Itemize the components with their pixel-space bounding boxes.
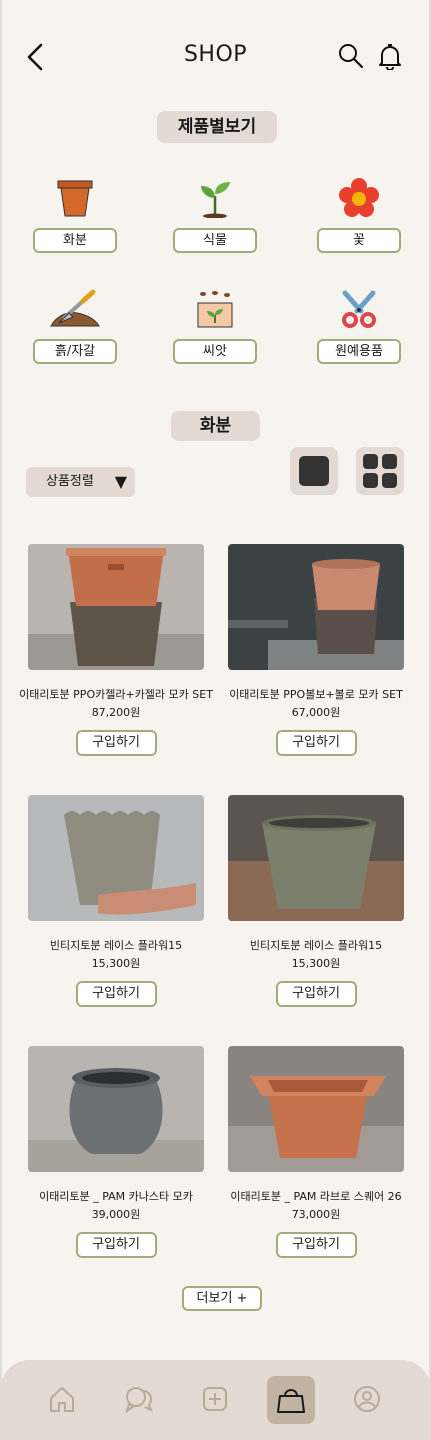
category-item-plant[interactable]: 식물 (173, 176, 257, 253)
section-title: 화분 (171, 411, 260, 441)
product-card[interactable]: 이태리토분 PPO볼보+볼로 모카 SET 67,000원 구입하기 (216, 544, 416, 756)
product-price: 15,300원 (291, 957, 341, 970)
pruning-shears-icon (342, 290, 376, 328)
buy-button[interactable]: 구입하기 (275, 981, 357, 1007)
category-item-gardening-tools[interactable]: 원예용품 (317, 287, 401, 364)
tab-profile[interactable] (352, 1384, 382, 1414)
category-label: 꽃 (317, 228, 401, 253)
product-price: 15,300원 (91, 957, 141, 970)
product-image[interactable] (28, 544, 204, 670)
sort-dropdown[interactable]: 상품정렬 ▼ (26, 467, 135, 497)
category-item-pot[interactable]: 화분 (33, 176, 117, 253)
category-item-soil[interactable]: 흙/자갈 (33, 287, 117, 364)
buy-button[interactable]: 구입하기 (75, 981, 157, 1007)
tab-shop[interactable] (267, 1376, 315, 1424)
category-item-flower[interactable]: 꽃 (317, 176, 401, 253)
buy-button[interactable]: 구입하기 (275, 1232, 357, 1258)
product-image[interactable] (228, 795, 404, 921)
page-title: SHOP (183, 42, 248, 67)
category-label: 원예용품 (317, 339, 401, 364)
single-square-icon (299, 456, 329, 486)
product-name: 이태리토분 PPO카젤라+카젤라 모카 SET (19, 688, 213, 701)
categories-heading: 제품별보기 (157, 111, 277, 143)
product-image[interactable] (228, 1046, 404, 1172)
bell-icon (379, 44, 401, 71)
product-image[interactable] (28, 1046, 204, 1172)
sort-label: 상품정렬 (46, 474, 94, 489)
chat-icon (125, 1387, 153, 1414)
product-price: 67,000원 (291, 706, 341, 719)
profile-icon (354, 1386, 380, 1412)
search-button[interactable] (337, 42, 365, 70)
load-more-button[interactable]: 더보기 + (182, 1286, 262, 1311)
seeds-icon (197, 291, 233, 328)
category-label: 화분 (33, 228, 117, 253)
tab-add[interactable] (200, 1384, 230, 1414)
product-card[interactable]: 빈티지토분 레이스 플라워15 15,300원 구입하기 (16, 795, 216, 1007)
category-item-seed[interactable]: 씨앗 (173, 287, 257, 364)
product-card[interactable]: 이태리토분 _ PAM 라브로 스퀘어 26 73,000원 구입하기 (216, 1046, 416, 1258)
product-image[interactable] (28, 795, 204, 921)
search-icon (339, 44, 364, 69)
notification-button[interactable] (376, 42, 404, 71)
buy-button[interactable]: 구입하기 (75, 730, 157, 756)
category-label: 식물 (173, 228, 257, 253)
header: SHOP (0, 36, 431, 76)
shopping-bag-icon (277, 1389, 305, 1413)
product-name: 이태리토분 _ PAM 라브로 스퀘어 26 (230, 1190, 402, 1203)
buy-button[interactable]: 구입하기 (75, 1232, 157, 1258)
buy-button[interactable]: 구입하기 (275, 730, 357, 756)
category-label: 씨앗 (173, 339, 257, 364)
caret-down-icon: ▼ (114, 472, 127, 491)
product-name: 빈티지토분 레이스 플라워15 (49, 939, 183, 952)
category-label: 흙/자갈 (33, 339, 117, 364)
product-name: 이태리토분 _ PAM 카나스타 모카 (39, 1190, 193, 1203)
product-card[interactable]: 이태리토분 _ PAM 카나스타 모카 39,000원 구입하기 (16, 1046, 216, 1258)
grid-icon (363, 454, 397, 488)
product-name: 빈티지토분 레이스 플라워15 (249, 939, 383, 952)
product-image[interactable] (228, 544, 404, 670)
sprout-icon (201, 182, 230, 218)
product-card[interactable]: 이태리토분 PPO카젤라+카젤라 모카 SET 87,200원 구입하기 (16, 544, 216, 756)
flower-pot-icon (57, 180, 93, 217)
product-price: 87,200원 (91, 706, 141, 719)
flower-icon (339, 178, 379, 217)
product-card[interactable]: 빈티지토분 레이스 플라워15 15,300원 구입하기 (216, 795, 416, 1007)
product-name: 이태리토분 PPO볼보+볼로 모카 SET (229, 688, 403, 701)
trowel-soil-icon (50, 289, 100, 327)
bottom-tab-bar (0, 1360, 431, 1440)
home-icon (50, 1387, 74, 1412)
product-price: 39,000원 (91, 1208, 141, 1221)
tab-home[interactable] (47, 1384, 77, 1414)
plus-icon (203, 1387, 227, 1411)
product-price: 73,000원 (291, 1208, 341, 1221)
grid-view-button[interactable] (356, 447, 404, 495)
single-view-button[interactable] (290, 447, 338, 495)
tab-chat[interactable] (124, 1384, 154, 1414)
